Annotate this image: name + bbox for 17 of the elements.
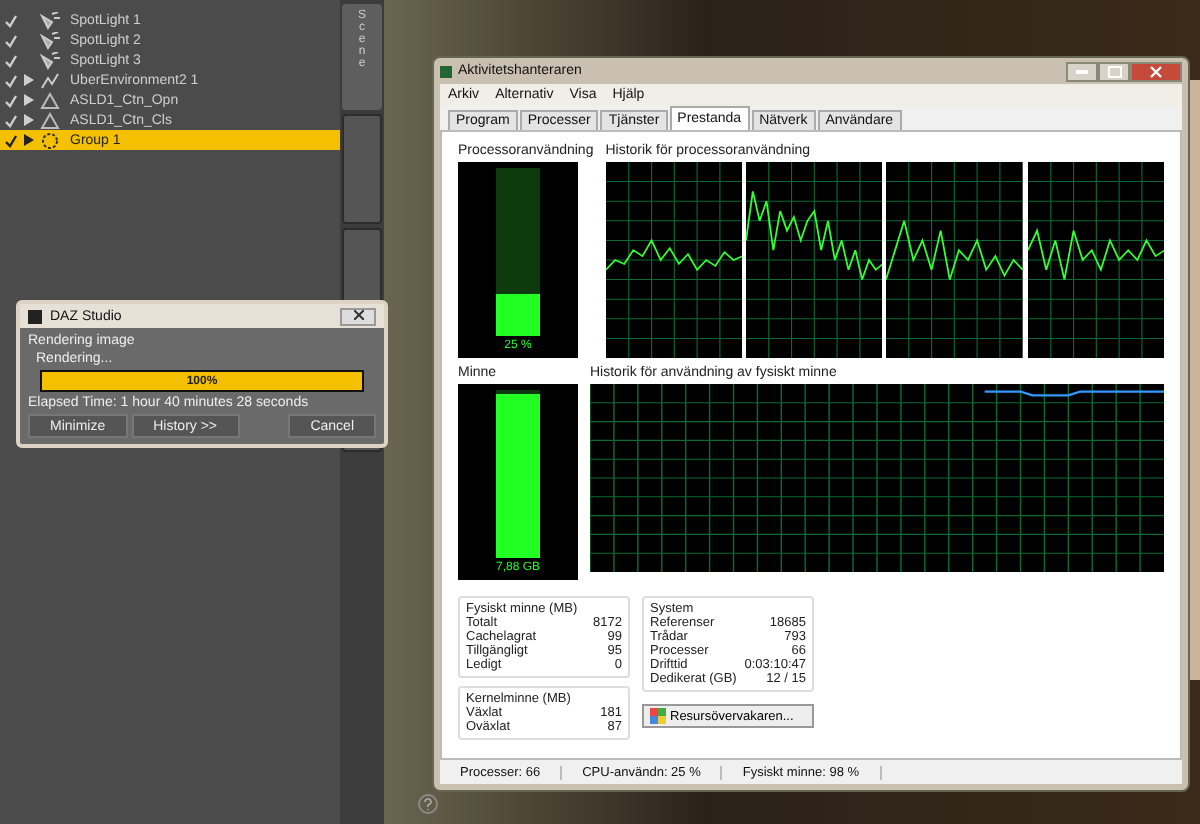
minimize-icon — [1076, 68, 1088, 74]
app-icon — [440, 65, 452, 77]
maximize-button[interactable] — [1098, 61, 1130, 81]
group-icon — [40, 131, 60, 149]
spotlight-icon — [40, 31, 60, 49]
spotlight-icon — [40, 11, 60, 29]
help-icon[interactable] — [418, 794, 438, 814]
close-button[interactable] — [1130, 61, 1182, 81]
maximize-icon — [1107, 65, 1121, 77]
app-logo-icon — [28, 309, 42, 323]
environment-icon — [40, 71, 60, 89]
close-button[interactable] — [340, 307, 376, 325]
close-icon — [1150, 65, 1162, 77]
visibility-check-icon[interactable] — [4, 132, 20, 148]
close-icon — [353, 309, 363, 319]
spotlight-icon — [40, 51, 60, 69]
minimize-button[interactable] — [1066, 61, 1098, 81]
